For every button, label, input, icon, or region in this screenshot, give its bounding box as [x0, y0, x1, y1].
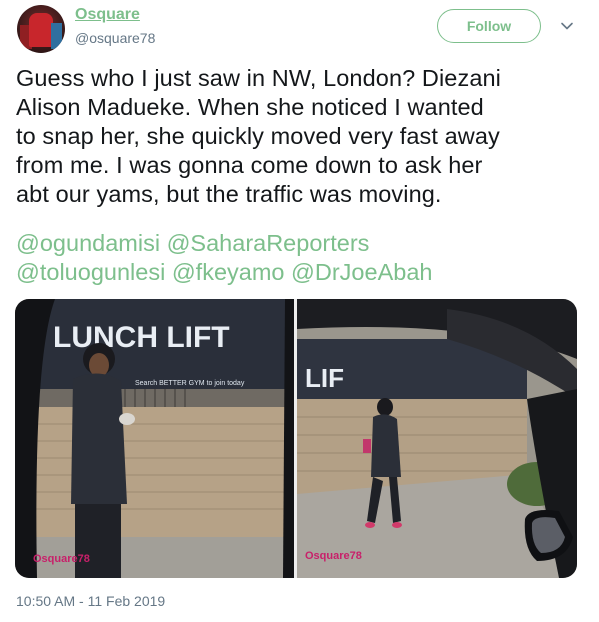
photo-watermark: Osquare78 — [33, 553, 90, 565]
mention-link[interactable]: @toluogunlesi — [16, 259, 165, 285]
photo-1[interactable]: LUNCH LIFT Search BETTER GYM to join tod… — [15, 299, 294, 578]
tweet-text: Guess who I just saw in NW, London? Diez… — [16, 65, 501, 207]
tweet-card: Osquare @osquare78 Follow Guess who I ju… — [0, 0, 599, 622]
sign-text: LIF — [305, 363, 344, 393]
photo-2[interactable]: LIF Osquare78 — [297, 299, 577, 578]
sign-subtext: Search BETTER GYM to join today — [135, 380, 245, 387]
mention-link[interactable]: @ogundamisi — [16, 230, 160, 256]
sign-text: LUNCH LIFT — [53, 321, 230, 354]
follow-button[interactable]: Follow — [437, 9, 541, 43]
avatar[interactable] — [17, 5, 65, 53]
author-handle[interactable]: @osquare78 — [75, 30, 155, 46]
mention-link[interactable]: @SaharaReporters — [167, 230, 370, 256]
chevron-down-icon[interactable] — [560, 19, 574, 33]
mention-link[interactable]: @fkeyamo — [172, 259, 285, 285]
mention-link[interactable]: @DrJoeAbah — [291, 259, 432, 285]
tweet-mentions: @ogundamisi @SaharaReporters @toluogunle… — [16, 229, 586, 287]
author-name[interactable]: Osquare — [75, 6, 140, 24]
tweet-timestamp[interactable]: 10:50 AM - 11 Feb 2019 — [16, 593, 165, 609]
photo-grid: LUNCH LIFT Search BETTER GYM to join tod… — [15, 299, 577, 578]
photo-watermark: Osquare78 — [305, 550, 362, 562]
